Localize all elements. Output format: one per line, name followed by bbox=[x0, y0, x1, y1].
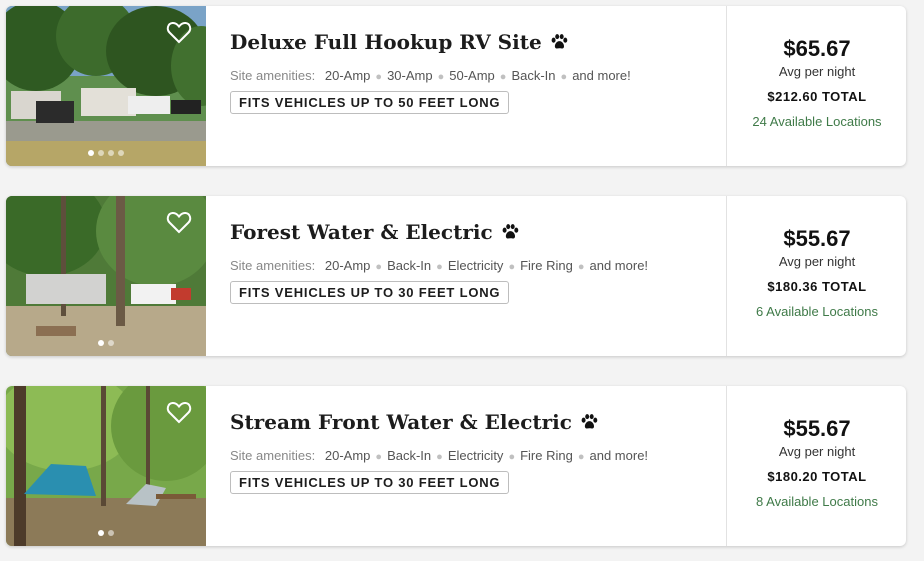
amenity: 20-Amp bbox=[324, 258, 371, 273]
amenities-label: Site amenities: bbox=[230, 258, 316, 273]
listing-info: Deluxe Full Hookup RV Site Site amenitie… bbox=[230, 28, 720, 114]
listing-title-text[interactable]: Stream Front Water & Electric bbox=[230, 410, 572, 434]
carousel-dot[interactable] bbox=[98, 150, 104, 156]
paw-icon bbox=[502, 224, 518, 239]
listing-title[interactable]: Stream Front Water & Electric bbox=[230, 408, 720, 436]
carousel-dot[interactable] bbox=[108, 340, 114, 346]
listing-title[interactable]: Forest Water & Electric bbox=[230, 218, 720, 246]
vehicle-length-badge: FITS VEHICLES UP TO 30 FEET LONG bbox=[230, 281, 510, 304]
listing-title-text[interactable]: Deluxe Full Hookup RV Site bbox=[230, 30, 542, 54]
amenities-label: Site amenities: bbox=[230, 448, 316, 463]
avg-per-night-label: Avg per night bbox=[778, 444, 856, 459]
listing-title[interactable]: Deluxe Full Hookup RV Site bbox=[230, 28, 720, 56]
paw-icon bbox=[551, 34, 567, 49]
available-locations-link[interactable]: 6 Available Locations bbox=[727, 304, 906, 319]
site-photo[interactable] bbox=[6, 386, 206, 546]
site-amenities: Site amenities: 20-Amp ● Back-In ● Electrici… bbox=[230, 448, 649, 463]
available-locations-link[interactable]: 24 Available Locations bbox=[727, 114, 906, 129]
price-per-night: $55.67 bbox=[783, 416, 851, 441]
amenity-more: and more! bbox=[589, 448, 649, 463]
avg-per-night-label: Avg per night bbox=[778, 254, 856, 269]
site-amenities: Site amenities: 20-Amp ● 30-Amp ● 50-Amp ● Bac… bbox=[230, 68, 631, 83]
site-photo[interactable] bbox=[6, 6, 206, 166]
amenity: 20-Amp bbox=[324, 448, 371, 463]
amenity: 20-Amp bbox=[324, 68, 371, 83]
carousel-dot[interactable] bbox=[118, 150, 124, 156]
amenity: Electricity bbox=[447, 258, 504, 273]
amenity-more: and more! bbox=[572, 68, 631, 83]
vehicle-length-badge: FITS VEHICLES UP TO 50 FEET LONG bbox=[230, 91, 510, 114]
total-price: $180.20 TOTAL bbox=[767, 469, 867, 484]
price-panel: $65.67 Avg per night $212.60 TOTAL 24 Av… bbox=[726, 6, 906, 166]
carousel-dot[interactable] bbox=[98, 530, 104, 536]
amenity: Electricity bbox=[447, 448, 504, 463]
carousel-dot[interactable] bbox=[108, 530, 114, 536]
amenities-label: Site amenities: bbox=[230, 68, 316, 83]
listing-title-text[interactable]: Forest Water & Electric bbox=[230, 220, 493, 244]
amenity: Back-In bbox=[387, 258, 432, 273]
amenity: 30-Amp bbox=[387, 68, 433, 83]
amenity: 50-Amp bbox=[449, 68, 495, 83]
listing-info: Forest Water & Electric Site amenities: … bbox=[230, 218, 720, 304]
photo-carousel-dots[interactable] bbox=[6, 340, 206, 346]
amenity: Fire Ring bbox=[520, 448, 573, 463]
listing-card[interactable]: Stream Front Water & Electric Site ameni… bbox=[6, 386, 906, 546]
price-per-night: $55.67 bbox=[783, 226, 851, 251]
favorite-heart-icon[interactable] bbox=[166, 20, 192, 44]
listing-info: Stream Front Water & Electric Site ameni… bbox=[230, 408, 720, 494]
listing-card[interactable]: Forest Water & Electric Site amenities: … bbox=[6, 196, 906, 356]
photo-carousel-dots[interactable] bbox=[6, 530, 206, 536]
price-panel: $55.67 Avg per night $180.36 TOTAL 6 Ava… bbox=[726, 196, 906, 356]
amenity-more: and more! bbox=[589, 258, 649, 273]
amenity: Back-In bbox=[511, 68, 556, 83]
paw-icon bbox=[581, 414, 598, 429]
avg-per-night-label: Avg per night bbox=[778, 64, 856, 79]
carousel-dot[interactable] bbox=[98, 340, 104, 346]
price-per-night: $65.67 bbox=[783, 36, 851, 61]
favorite-heart-icon[interactable] bbox=[166, 400, 192, 424]
listing-card[interactable]: Deluxe Full Hookup RV Site Site amenitie… bbox=[6, 6, 906, 166]
photo-carousel-dots[interactable] bbox=[6, 150, 206, 156]
amenity: Back-In bbox=[387, 448, 432, 463]
carousel-dot[interactable] bbox=[88, 150, 94, 156]
available-locations-link[interactable]: 8 Available Locations bbox=[727, 494, 906, 509]
favorite-heart-icon[interactable] bbox=[166, 210, 192, 234]
carousel-dot[interactable] bbox=[108, 150, 114, 156]
vehicle-length-badge: FITS VEHICLES UP TO 30 FEET LONG bbox=[230, 471, 510, 494]
price-panel: $55.67 Avg per night $180.20 TOTAL 8 Ava… bbox=[726, 386, 906, 546]
site-amenities: Site amenities: 20-Amp ● Back-In ● Electrici… bbox=[230, 258, 649, 273]
amenity: Fire Ring bbox=[520, 258, 573, 273]
site-photo[interactable] bbox=[6, 196, 206, 356]
total-price: $180.36 TOTAL bbox=[767, 279, 867, 294]
total-price: $212.60 TOTAL bbox=[767, 89, 867, 104]
